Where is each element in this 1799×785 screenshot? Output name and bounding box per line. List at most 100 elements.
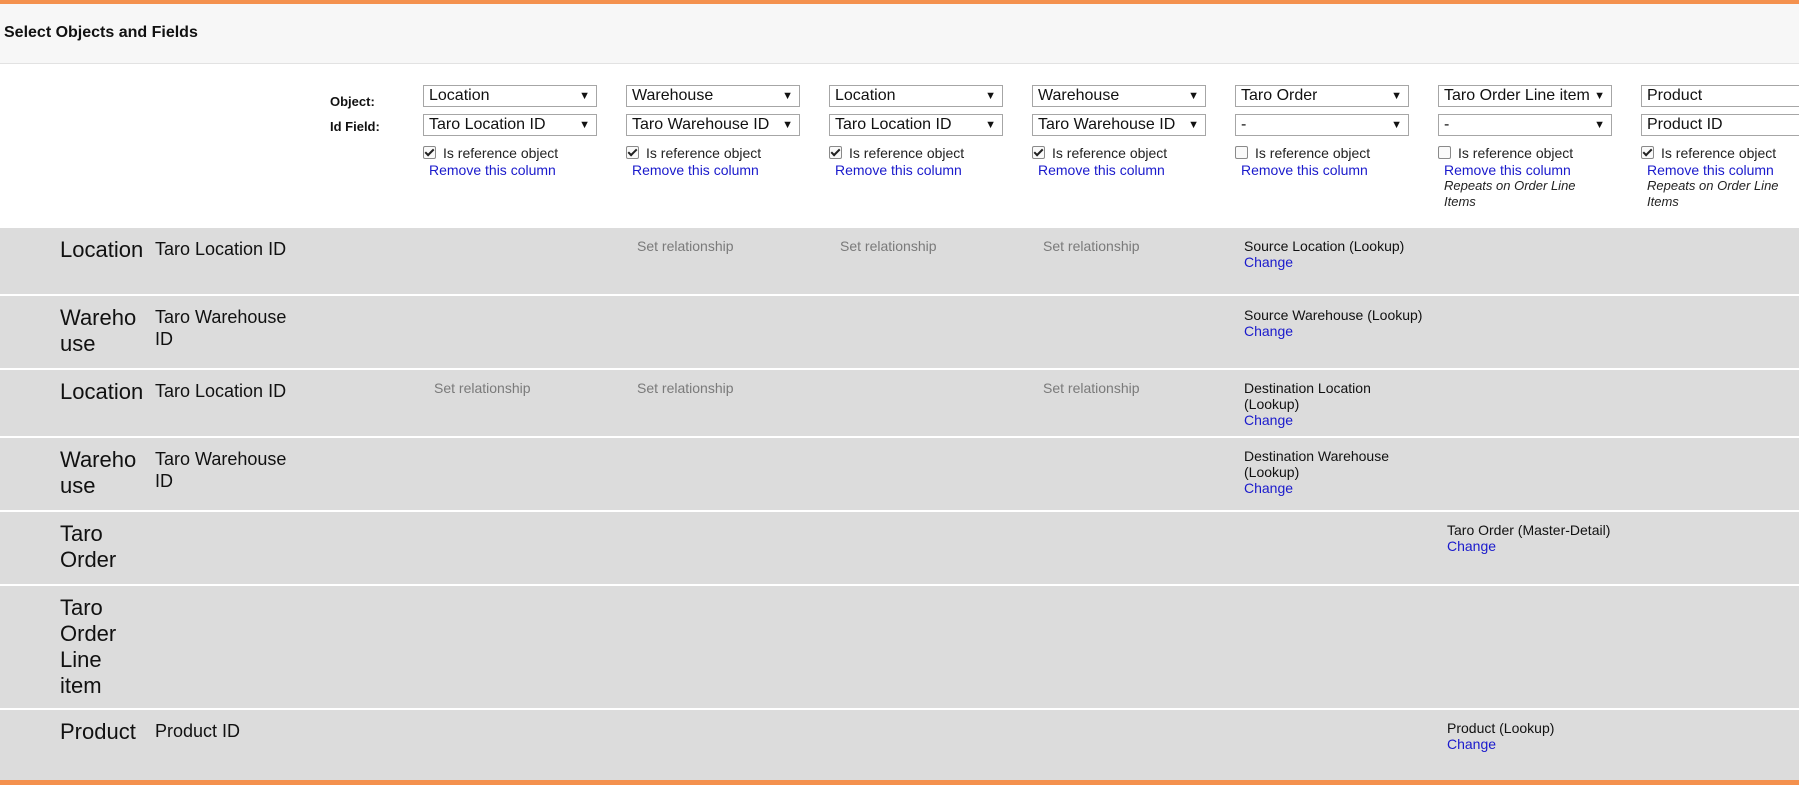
id-field-select[interactable]: Taro Warehouse ID ▼ <box>1032 114 1206 136</box>
reference-checkbox[interactable] <box>829 146 842 159</box>
id-field-select[interactable]: - ▼ <box>1438 114 1612 136</box>
object-select[interactable]: Product▼ <box>1641 85 1799 107</box>
select-value: - <box>1241 116 1247 133</box>
select-value: Location <box>835 87 896 104</box>
remove-column-link[interactable]: Remove this column <box>632 163 802 178</box>
id-field-label: Id Field: <box>330 119 380 134</box>
table-row: Location Taro Location ID Set relationsh… <box>0 228 1799 294</box>
reference-checkbox-label: Is reference object <box>646 145 762 161</box>
column-1: Warehouse ▼ Taro Warehouse ID ▼ Is referen… <box>626 85 802 178</box>
reference-checkbox[interactable] <box>1641 146 1654 159</box>
set-relationship-cell[interactable]: Set relationship <box>1043 380 1140 396</box>
caret-down-icon: ▼ <box>1391 119 1402 131</box>
caret-down-icon: ▼ <box>1391 90 1402 102</box>
relationship-label: Source Location (Lookup) <box>1244 238 1405 254</box>
object-select[interactable]: Location ▼ <box>423 85 597 107</box>
relationship-cell: Product (Lookup) Change <box>1447 720 1647 752</box>
reference-checkbox[interactable] <box>423 146 436 159</box>
remove-column-link[interactable]: Remove this column <box>1444 163 1614 178</box>
object-select[interactable]: Location ▼ <box>829 85 1003 107</box>
caret-down-icon: ▼ <box>1188 90 1199 102</box>
set-relationship-cell[interactable]: Set relationship <box>637 238 734 254</box>
select-value: - <box>1444 116 1450 133</box>
caret-down-icon: ▼ <box>985 119 996 131</box>
caret-down-icon: ▼ <box>782 119 793 131</box>
table-row: Product Product ID Product (Lookup) Chan… <box>0 710 1799 780</box>
row-object-name: Location <box>60 379 144 404</box>
reference-checkbox[interactable] <box>1032 146 1045 159</box>
change-link[interactable]: Change <box>1244 412 1404 428</box>
select-value: Taro Order Line item <box>1444 87 1590 104</box>
relationship-label: Source Warehouse (Lookup) <box>1244 307 1423 323</box>
set-relationship-cell[interactable]: Set relationship <box>434 380 531 396</box>
table-row: Wareho use Taro Warehouse ID Source Ware… <box>0 296 1799 368</box>
reference-checkbox-label: Is reference object <box>1255 145 1371 161</box>
column-0: Location ▼ Taro Location ID ▼ Is reference… <box>423 85 599 178</box>
remove-column-link[interactable]: Remove this column <box>1647 163 1799 178</box>
repeats-note: Repeats on Order Line Items <box>1444 178 1576 209</box>
row-object-name: Taro Order Line item <box>60 595 117 698</box>
reference-checkbox-row: Is reference object <box>829 145 1005 163</box>
reference-checkbox[interactable] <box>626 146 639 159</box>
page-title: Select Objects and Fields <box>4 24 198 41</box>
reference-checkbox[interactable] <box>1235 146 1248 159</box>
select-value: Warehouse <box>632 87 714 104</box>
id-field-select[interactable]: - ▼ <box>1235 114 1409 136</box>
row-id-field: Taro Location ID <box>155 381 287 401</box>
object-select[interactable]: Taro Order ▼ <box>1235 85 1409 107</box>
change-link[interactable]: Change <box>1244 323 1444 339</box>
select-value: Taro Location ID <box>429 116 546 133</box>
relationship-label: Product (Lookup) <box>1447 720 1555 736</box>
reference-checkbox-label: Is reference object <box>849 145 965 161</box>
select-value: Product <box>1647 87 1703 104</box>
set-relationship-cell[interactable]: Set relationship <box>637 380 734 396</box>
row-id-field: Taro Warehouse ID <box>155 449 287 491</box>
row-id-field: Taro Warehouse ID <box>155 307 287 349</box>
relationship-label: Destination Warehouse (Lookup) <box>1244 448 1390 480</box>
column-2: Location ▼ Taro Location ID ▼ Is reference… <box>829 85 1005 178</box>
object-select[interactable]: Warehouse ▼ <box>1032 85 1206 107</box>
object-label: Object: <box>330 94 375 109</box>
remove-column-link[interactable]: Remove this column <box>1038 163 1208 178</box>
select-value: Product ID <box>1647 116 1723 133</box>
reference-checkbox-row: Is reference object <box>1438 145 1614 163</box>
change-link[interactable]: Change <box>1447 538 1647 554</box>
caret-down-icon: ▼ <box>1188 119 1199 131</box>
relationship-cell: Source Location (Lookup) Change <box>1244 238 1444 270</box>
set-relationship-cell[interactable]: Set relationship <box>840 238 937 254</box>
caret-down-icon: ▼ <box>985 90 996 102</box>
table-row: Taro Order Line item <box>0 586 1799 708</box>
change-link[interactable]: Change <box>1447 736 1647 752</box>
remove-column-link[interactable]: Remove this column <box>835 163 1005 178</box>
row-object-name: Taro Order <box>60 521 117 572</box>
column-4: Taro Order ▼ - ▼ Is reference object Remov… <box>1235 85 1411 178</box>
relationship-label: Destination Location (Lookup) <box>1244 380 1371 412</box>
caret-down-icon: ▼ <box>1594 90 1605 102</box>
reference-checkbox-label: Is reference object <box>1052 145 1168 161</box>
id-field-select[interactable]: Product ID▼ <box>1641 114 1799 136</box>
id-field-select[interactable]: Taro Location ID ▼ <box>423 114 597 136</box>
reference-checkbox-label: Is reference object <box>1458 145 1574 161</box>
relationship-cell: Destination Warehouse (Lookup) Change <box>1244 448 1404 496</box>
select-value: Taro Warehouse ID <box>632 116 770 133</box>
relationship-cell: Source Warehouse (Lookup) Change <box>1244 307 1444 339</box>
reference-checkbox[interactable] <box>1438 146 1451 159</box>
set-relationship-cell[interactable]: Set relationship <box>1043 238 1140 254</box>
row-object-name: Wareho use <box>60 447 137 498</box>
table-row: Taro Order Taro Order (Master-Detail) Ch… <box>0 512 1799 584</box>
select-value: Taro Warehouse ID <box>1038 116 1176 133</box>
object-select[interactable]: Warehouse ▼ <box>626 85 800 107</box>
id-field-select[interactable]: Taro Location ID ▼ <box>829 114 1003 136</box>
relationship-cell: Destination Location (Lookup) Change <box>1244 380 1404 428</box>
column-controls: Object: Id Field: Location ▼ Taro Locatio… <box>0 64 1799 228</box>
reference-checkbox-label: Is reference object <box>1661 145 1777 161</box>
remove-column-link[interactable]: Remove this column <box>1241 163 1411 178</box>
column-5: Taro Order Line item ▼ - ▼ Is reference ob… <box>1438 85 1614 210</box>
row-object-name: Location <box>60 237 144 262</box>
change-link[interactable]: Change <box>1244 480 1404 496</box>
reference-checkbox-row: Is reference object <box>1641 145 1799 163</box>
remove-column-link[interactable]: Remove this column <box>429 163 599 178</box>
id-field-select[interactable]: Taro Warehouse ID ▼ <box>626 114 800 136</box>
change-link[interactable]: Change <box>1244 254 1444 270</box>
object-select[interactable]: Taro Order Line item ▼ <box>1438 85 1612 107</box>
